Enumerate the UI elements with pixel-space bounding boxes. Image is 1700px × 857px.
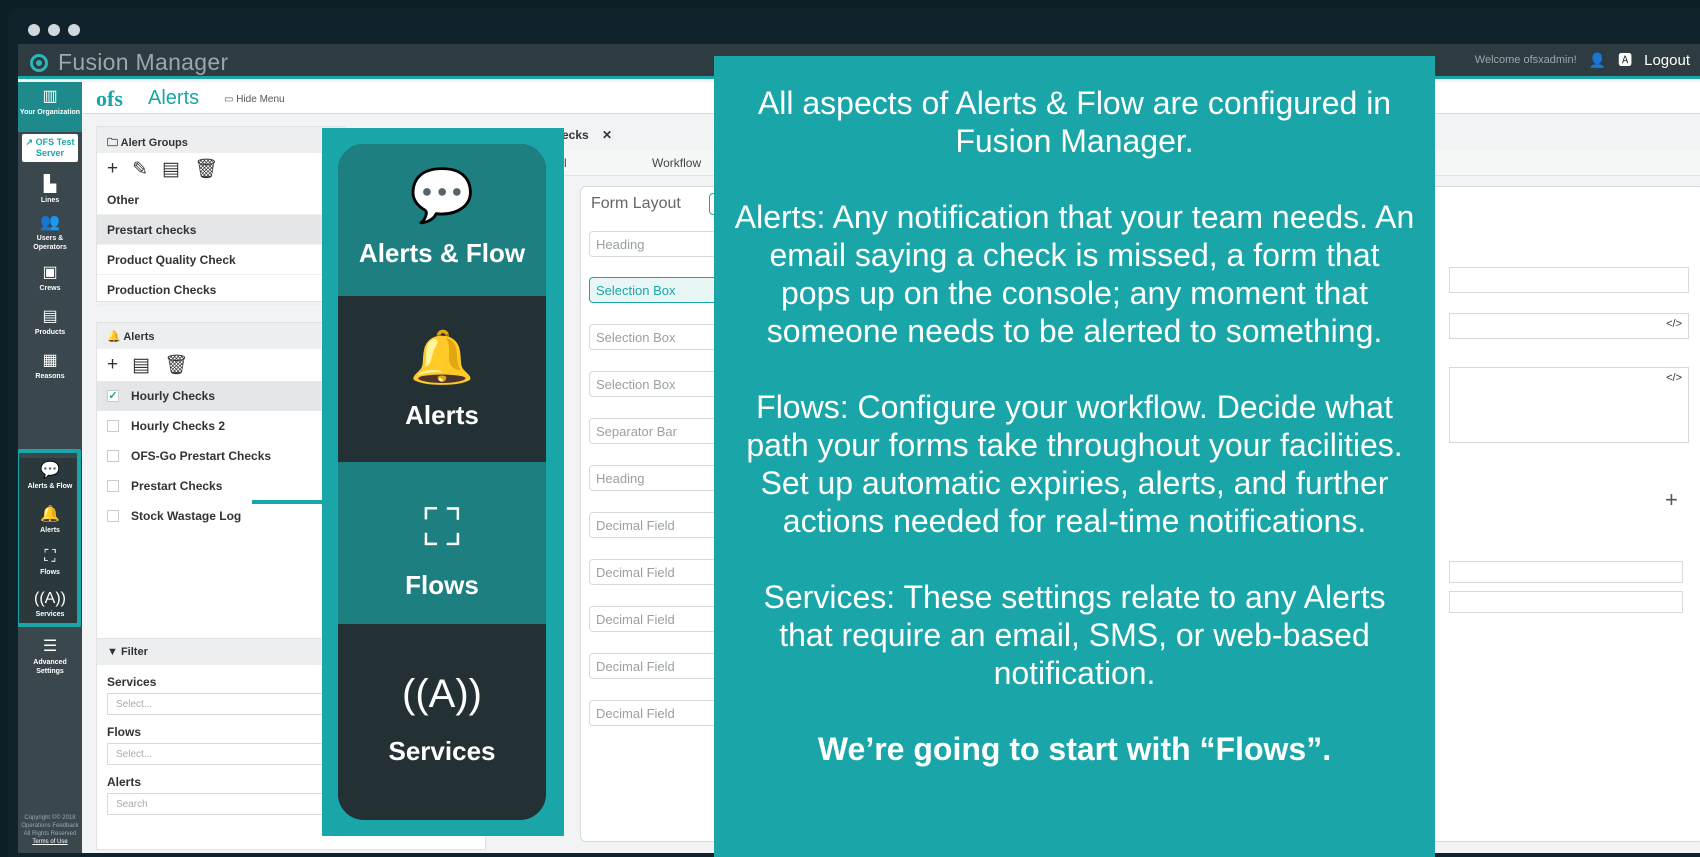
- list-item[interactable]: ✓ Hourly Checks: [97, 381, 345, 411]
- clipboard-icon[interactable]: ▤: [162, 158, 180, 181]
- app-title: Fusion Manager: [58, 49, 229, 75]
- edit-icon[interactable]: ✎: [132, 158, 148, 181]
- language-icon[interactable]: 🅰: [1618, 50, 1632, 70]
- nav-item-crews[interactable]: ▣ Crews: [18, 264, 82, 293]
- list-item[interactable]: OFS-Go Prestart Checks: [97, 441, 345, 471]
- nav-item-lines[interactable]: ▙ Lines: [18, 176, 82, 205]
- form-layout-title: Form Layout: [591, 195, 681, 212]
- add-icon[interactable]: +: [107, 158, 118, 180]
- chart-icon: ▙: [43, 176, 57, 193]
- ofs-logo: ofs: [96, 86, 123, 111]
- checkbox-checked[interactable]: ✓: [107, 390, 119, 402]
- zoom-item-flows[interactable]: ⛶ Flows: [338, 462, 546, 624]
- zoom-item-alerts[interactable]: 🔔 Alerts: [338, 296, 546, 462]
- alerts-header: 🔔 Alerts: [97, 323, 345, 349]
- tab-close-icon[interactable]: ✕: [602, 128, 612, 142]
- left-nav: ▥ Your Organization ↗ OFS Test Server ▙ …: [18, 82, 82, 853]
- list-item[interactable]: Product Quality Check: [97, 245, 345, 275]
- zoom-item-services[interactable]: ((A)) Services: [338, 624, 546, 820]
- nav-item-advanced-settings[interactable]: ☰ Advanced Settings: [18, 638, 82, 676]
- overlay-alerts: Alerts: Any notification that your team …: [734, 199, 1415, 349]
- code-icon[interactable]: </>: [1666, 318, 1682, 330]
- checkbox[interactable]: [107, 420, 119, 432]
- list-item[interactable]: Prestart checks: [97, 215, 345, 245]
- list-item[interactable]: Production Checks: [97, 275, 345, 305]
- sub-tab-workflow[interactable]: Workflow: [652, 156, 701, 170]
- code-icon[interactable]: </>: [1666, 372, 1682, 384]
- zoom-item-alerts-flow[interactable]: 💬 Alerts & Flow: [338, 144, 546, 296]
- logout-link[interactable]: Logout: [1644, 52, 1690, 69]
- header-user-area: Welcome ofsxadmin! 👤 🅰 Logout: [1475, 50, 1690, 70]
- add-icon[interactable]: +: [107, 354, 118, 376]
- terms-link[interactable]: Terms of Use: [32, 839, 67, 845]
- external-link-icon: ↗: [25, 137, 34, 147]
- checkbox[interactable]: [107, 450, 119, 462]
- nav-item-products[interactable]: ▤ Products: [18, 308, 82, 337]
- nav-zoom-callout: 💬 Alerts & Flow 🔔 Alerts ⛶ Flows ((A)) S…: [322, 128, 564, 836]
- property-input[interactable]: [1449, 561, 1683, 583]
- checkbox[interactable]: [107, 480, 119, 492]
- overlay-flows: Flows: Configure your workflow. Decide w…: [746, 389, 1403, 539]
- users-icon: 👥: [40, 214, 60, 231]
- nav-copyright: Copyright ©© 2018 Operations Feedback Al…: [21, 815, 79, 845]
- alerts-panel: 🔔 Alerts + ▤ 🗑 ✓ Hourly Checks Hourly Che…: [96, 322, 346, 644]
- hide-menu-button[interactable]: ▭ Hide Menu: [224, 94, 285, 105]
- overlay-cta: We’re going to start with “Flows”.: [817, 731, 1332, 767]
- chat-icon: 💬: [409, 167, 475, 225]
- bell-icon: 🔔: [409, 329, 475, 387]
- nav-zoom-panel: 💬 Alerts & Flow 🔔 Alerts ⛶ Flows ((A)) S…: [334, 140, 550, 824]
- nav-item-reasons[interactable]: ▦ Reasons: [18, 352, 82, 381]
- checkbox[interactable]: [107, 510, 119, 522]
- sliders-icon: ☰: [42, 638, 58, 655]
- alert-groups-header: 🗀 Alert Groups: [97, 127, 345, 153]
- add-property-icon[interactable]: +: [1665, 487, 1678, 513]
- welcome-text: Welcome ofsxadmin!: [1474, 54, 1577, 66]
- trash-icon[interactable]: 🗑: [194, 157, 218, 181]
- brand: Fusion Manager: [30, 49, 228, 76]
- building-icon: ▥: [42, 88, 58, 105]
- overlay-intro: All aspects of Alerts & Flow are configu…: [757, 85, 1392, 159]
- callout-connector: [252, 500, 322, 504]
- archive-icon: ▤: [42, 308, 58, 325]
- nav-item-organization[interactable]: ▥ Your Organization: [18, 82, 82, 132]
- crew-icon: ▣: [42, 264, 58, 281]
- overlay-services: Services: These settings relate to any A…: [763, 579, 1386, 691]
- alert-groups-toolbar: + ✎ ▤ 🗑: [97, 153, 345, 185]
- alert-groups-panel: 🗀 Alert Groups + ✎ ▤ 🗑 Other Prestart ch…: [96, 126, 346, 305]
- user-settings-icon[interactable]: 👤: [1589, 52, 1606, 69]
- antenna-icon: ((A)): [402, 672, 482, 716]
- alerts-toolbar: + ▤ 🗑: [97, 349, 345, 381]
- window-minimize-dot[interactable]: [48, 24, 60, 36]
- info-overlay: All aspects of Alerts & Flow are configu…: [714, 56, 1435, 857]
- sub-tab-general[interactable]: l: [564, 156, 567, 170]
- property-input[interactable]: [1449, 267, 1689, 293]
- property-code-input[interactable]: </>: [1449, 313, 1689, 339]
- sitemap-icon: ⛶: [423, 499, 461, 557]
- fusion-logo-icon: [30, 53, 48, 72]
- property-input[interactable]: [1449, 591, 1683, 613]
- nav-group-highlight: [18, 449, 81, 627]
- page-title: Alerts: [148, 87, 200, 109]
- list-item[interactable]: Prestart Checks: [97, 471, 345, 501]
- list-item[interactable]: Other: [97, 185, 345, 215]
- book-icon: ▦: [42, 352, 58, 369]
- list-item[interactable]: Stock Wastage Log: [97, 501, 345, 531]
- nav-item-test-server[interactable]: ↗ OFS Test Server: [22, 134, 78, 162]
- property-code-textarea[interactable]: </>: [1449, 367, 1689, 443]
- nav-item-users[interactable]: 👥 Users & Operators: [18, 214, 82, 252]
- window-maximize-dot[interactable]: [68, 24, 80, 36]
- list-item[interactable]: Hourly Checks 2: [97, 411, 345, 441]
- trash-icon[interactable]: 🗑: [164, 353, 188, 377]
- window-controls: [28, 24, 80, 36]
- window-close-dot[interactable]: [28, 24, 40, 36]
- clipboard-icon[interactable]: ▤: [132, 354, 150, 377]
